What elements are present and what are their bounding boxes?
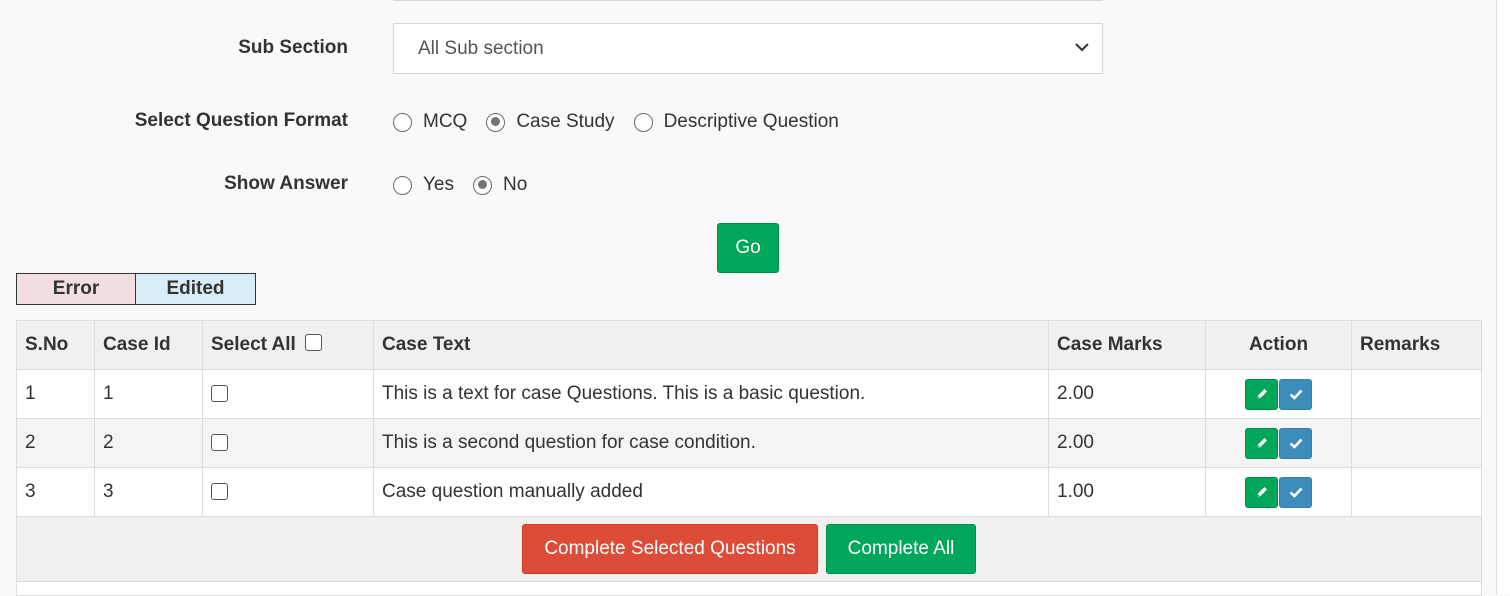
chevron-down-icon xyxy=(1075,43,1089,52)
cell-action xyxy=(1205,418,1352,468)
cell-remarks xyxy=(1351,418,1482,468)
show-answer-group: Yes No xyxy=(393,174,546,196)
cell-remarks xyxy=(1351,369,1482,419)
col-header-action: Action xyxy=(1205,320,1352,370)
check-icon xyxy=(1289,487,1302,498)
show-answer-option-label: No xyxy=(503,174,528,195)
col-header-case-marks: Case Marks xyxy=(1048,320,1206,370)
status-legend: Error Edited xyxy=(16,273,256,305)
cell-case-text: This is a text for case Questions. This … xyxy=(373,369,1049,419)
show-answer-option-label: Yes xyxy=(423,174,454,195)
question-format-group: MCQ Case Study Descriptive Question xyxy=(393,111,858,133)
blank-cell xyxy=(16,581,1482,596)
legend-error: Error xyxy=(16,273,136,305)
edit-button[interactable] xyxy=(1245,476,1278,508)
sub-section-value: All Sub section xyxy=(418,37,544,59)
show-answer-label: Show Answer xyxy=(224,173,348,194)
complete-all-button[interactable]: Complete All xyxy=(826,524,976,574)
check-icon xyxy=(1289,389,1302,400)
radio-yes[interactable] xyxy=(393,175,412,195)
table-footer-row: Complete Selected Questions Complete All xyxy=(16,516,1482,582)
col-header-case-id: Case Id xyxy=(94,320,203,370)
scrollbar-track[interactable] xyxy=(1496,0,1510,594)
complete-button[interactable] xyxy=(1279,378,1312,410)
col-header-select-all: Select All xyxy=(202,320,374,370)
cell-action xyxy=(1205,467,1352,517)
question-format-label: Select Question Format xyxy=(134,110,348,131)
format-option-label: Case Study xyxy=(516,111,615,132)
select-all-checkbox[interactable] xyxy=(305,334,323,352)
radio-case-study[interactable] xyxy=(486,112,506,132)
format-option-descriptive[interactable]: Descriptive Question xyxy=(633,111,839,133)
pencil-icon xyxy=(1256,389,1267,399)
cell-remarks xyxy=(1351,467,1482,517)
format-option-label: Descriptive Question xyxy=(663,111,839,132)
edit-button[interactable] xyxy=(1245,427,1278,459)
table-header-row: S.No Case Id Select All Case Text Case M… xyxy=(16,320,1482,370)
col-header-case-text: Case Text xyxy=(373,320,1049,370)
radio-descriptive[interactable] xyxy=(633,112,653,132)
col-header-sno: S.No xyxy=(16,320,95,370)
format-option-mcq[interactable]: MCQ xyxy=(393,111,467,133)
table-row: 2 2 This is a second question for case c… xyxy=(16,418,1482,468)
go-button[interactable]: Go xyxy=(717,223,779,273)
sub-section-select[interactable]: All Sub section xyxy=(393,23,1103,74)
format-option-label: MCQ xyxy=(423,111,468,132)
top-divider xyxy=(393,0,1103,1)
cell-action xyxy=(1205,369,1352,419)
edit-button[interactable] xyxy=(1245,378,1278,410)
cell-sno: 1 xyxy=(16,369,95,419)
footer-actions-cell: Complete Selected Questions Complete All xyxy=(16,516,1482,582)
complete-selected-button[interactable]: Complete Selected Questions xyxy=(522,524,818,574)
table-row: 1 1 This is a text for case Questions. T… xyxy=(16,369,1482,419)
legend-edited: Edited xyxy=(136,273,256,305)
table-row: 3 3 Case question manually added 1.00 xyxy=(16,467,1482,517)
select-all-label: Select All xyxy=(211,334,296,355)
cell-select xyxy=(202,467,374,517)
cell-sno: 2 xyxy=(16,418,95,468)
cell-case-id: 1 xyxy=(94,369,203,419)
cell-case-id: 2 xyxy=(94,418,203,468)
cell-select xyxy=(202,369,374,419)
cell-case-marks: 2.00 xyxy=(1048,369,1206,419)
radio-no[interactable] xyxy=(473,175,492,195)
pencil-icon xyxy=(1256,487,1267,497)
pencil-icon xyxy=(1256,438,1267,448)
cell-case-marks: 2.00 xyxy=(1048,418,1206,468)
table-blank-row xyxy=(16,581,1482,596)
row-checkbox[interactable] xyxy=(211,385,228,403)
cell-sno: 3 xyxy=(16,467,95,517)
radio-mcq[interactable] xyxy=(393,112,412,132)
cell-case-text: Case question manually added xyxy=(373,467,1049,517)
show-answer-option-no[interactable]: No xyxy=(473,174,527,196)
complete-button[interactable] xyxy=(1279,476,1312,508)
cell-case-marks: 1.00 xyxy=(1048,467,1206,517)
cell-case-text: This is a second question for case condi… xyxy=(373,418,1049,468)
show-answer-option-yes[interactable]: Yes xyxy=(393,174,454,196)
case-questions-table: S.No Case Id Select All Case Text Case M… xyxy=(16,320,1482,596)
col-header-remarks: Remarks xyxy=(1351,320,1482,370)
check-icon xyxy=(1289,438,1302,449)
format-option-case-study[interactable]: Case Study xyxy=(486,111,615,133)
cell-select xyxy=(202,418,374,468)
cell-case-id: 3 xyxy=(94,467,203,517)
row-checkbox[interactable] xyxy=(211,434,228,452)
complete-button[interactable] xyxy=(1279,427,1312,459)
row-checkbox[interactable] xyxy=(211,483,228,501)
sub-section-label: Sub Section xyxy=(238,37,348,58)
